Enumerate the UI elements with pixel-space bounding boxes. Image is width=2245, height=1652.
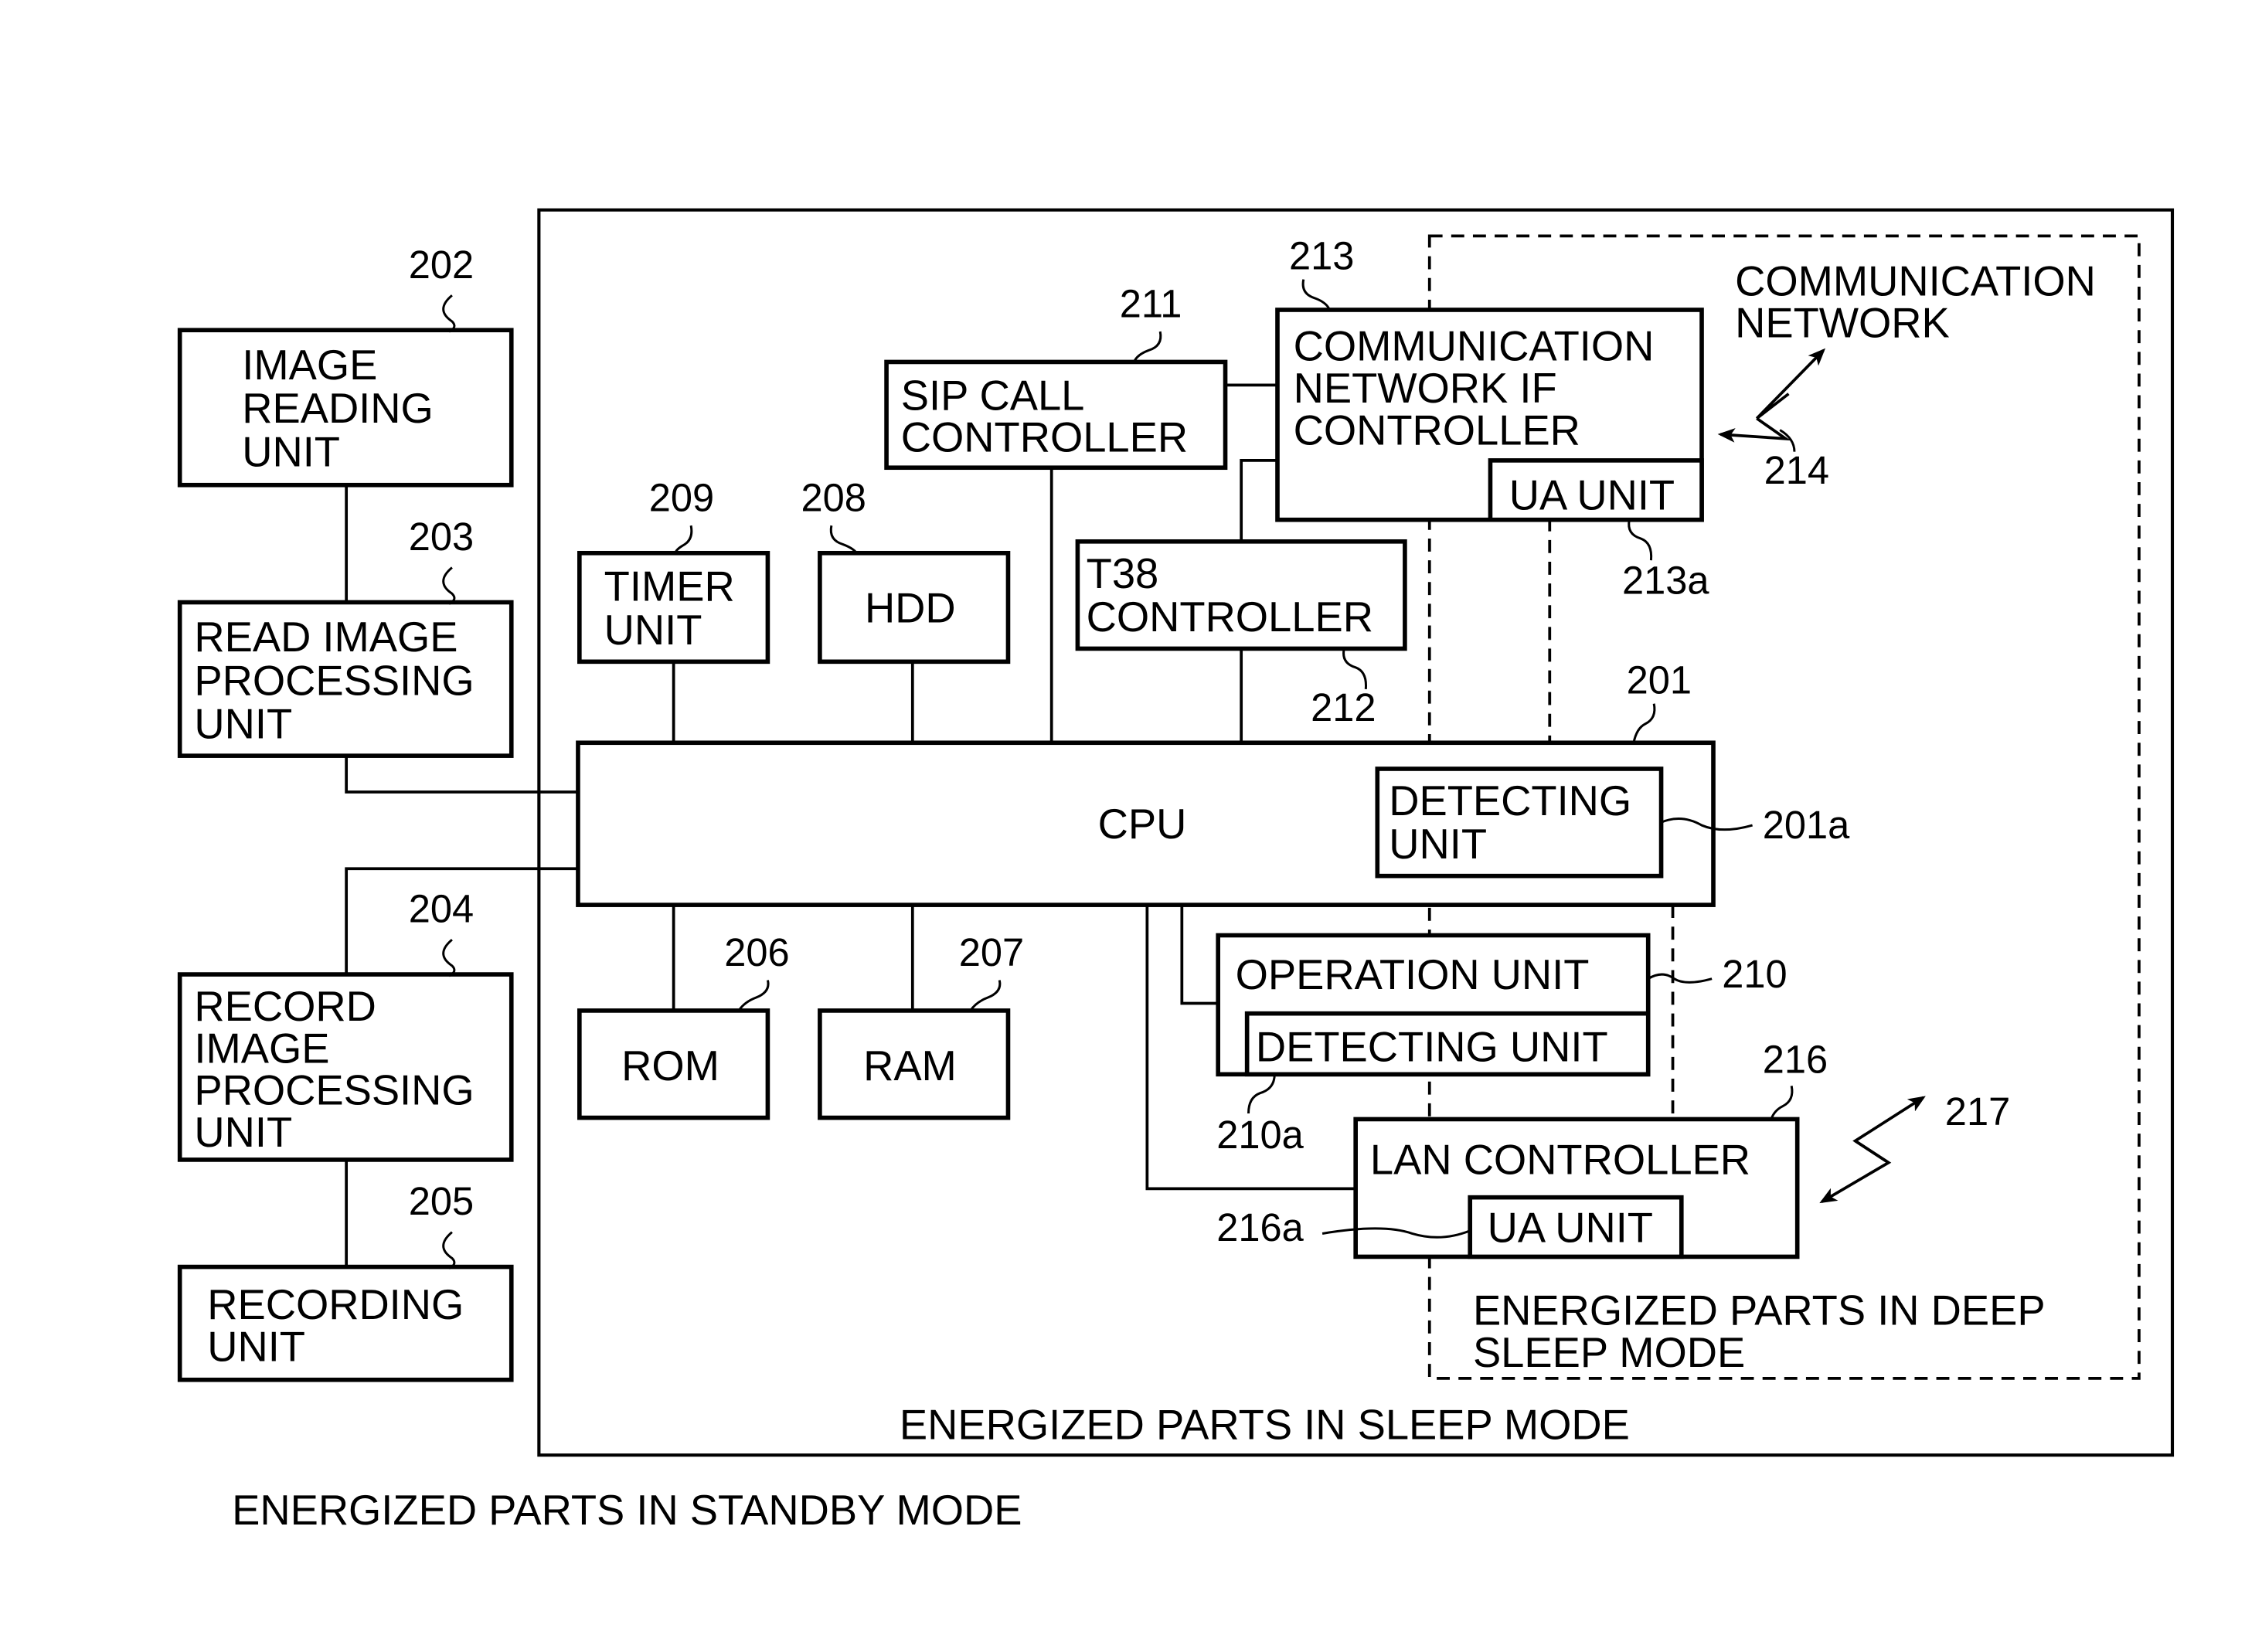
svg-text:UNIT: UNIT (242, 428, 340, 475)
ref-210: 210 (1722, 952, 1787, 996)
svg-text:UNIT: UNIT (604, 607, 702, 654)
svg-text:OPERATION UNIT: OPERATION UNIT (1236, 951, 1590, 998)
svg-text:UNIT: UNIT (194, 1109, 292, 1156)
svg-text:NETWORK: NETWORK (1735, 300, 1950, 347)
svg-text:UNIT: UNIT (194, 701, 292, 748)
ref-208: 208 (801, 475, 866, 519)
standby-mode-label: ENERGIZED PARTS IN STANDBY MODE (232, 1487, 1022, 1534)
rom: ROM 206 (577, 930, 790, 1120)
svg-text:TIMER: TIMER (604, 563, 735, 610)
svg-text:T38: T38 (1087, 550, 1159, 597)
ref-206: 206 (724, 930, 789, 974)
svg-text:PROCESSING: PROCESSING (194, 657, 474, 704)
timer-unit: TIMER UNIT 209 (577, 475, 770, 665)
svg-text:RECORDING: RECORDING (207, 1281, 464, 1328)
svg-text:DETECTING UNIT: DETECTING UNIT (1256, 1023, 1608, 1070)
lan-link: 217 (1819, 1089, 2010, 1204)
svg-text:UNIT: UNIT (207, 1323, 305, 1370)
ref-212: 212 (1311, 685, 1376, 729)
ref-216a: 216a (1216, 1205, 1304, 1249)
svg-text:READING: READING (242, 385, 434, 432)
svg-text:UNIT: UNIT (1389, 821, 1487, 868)
svg-text:NETWORK IF: NETWORK IF (1294, 365, 1557, 412)
ref-207: 207 (959, 930, 1024, 974)
image-reading-unit: IMAGE READING UNIT 202 (177, 243, 514, 488)
ref-201a: 201a (1763, 803, 1850, 847)
svg-text:DETECTING: DETECTING (1389, 777, 1631, 824)
svg-text:LAN CONTROLLER: LAN CONTROLLER (1370, 1137, 1750, 1184)
svg-text:CONTROLLER: CONTROLLER (901, 414, 1188, 461)
ref-217: 217 (1945, 1089, 2010, 1134)
svg-text:COMMUNICATION: COMMUNICATION (1294, 323, 1655, 370)
sip-call-controller: SIP CALL CONTROLLER 211 (884, 281, 1228, 471)
block-diagram: IMAGE READING UNIT 202 READ IMAGE PROCES… (177, 208, 2175, 1534)
ref-216: 216 (1763, 1037, 1828, 1081)
ref-203: 203 (409, 515, 474, 559)
sleep-mode-label: ENERGIZED PARTS IN SLEEP MODE (900, 1402, 1630, 1449)
svg-text:PROCESSING: PROCESSING (194, 1067, 474, 1114)
svg-text:SIP CALL: SIP CALL (901, 372, 1085, 419)
arrow-down-icon (1819, 1139, 1892, 1204)
ref-205: 205 (409, 1179, 474, 1223)
svg-text:CPU: CPU (1098, 801, 1187, 848)
svg-text:READ IMAGE: READ IMAGE (194, 614, 458, 661)
ref-204: 204 (409, 887, 474, 931)
svg-text:UA UNIT: UA UNIT (1488, 1205, 1653, 1252)
cpu: CPU 201 DETECTING UNIT 201a (576, 658, 1850, 907)
svg-text:UA UNIT: UA UNIT (1509, 472, 1675, 519)
communication-network-link: COMMUNICATION NETWORK 214 (1717, 257, 2096, 492)
deep-sleep-label-line1: ENERGIZED PARTS IN DEEP (1473, 1287, 2046, 1334)
svg-text:COMMUNICATION: COMMUNICATION (1735, 257, 2096, 304)
arrow-down-icon (1717, 416, 1791, 443)
hdd: HDD 208 (801, 475, 1011, 665)
ref-202: 202 (409, 243, 474, 287)
ref-210a: 210a (1216, 1113, 1304, 1157)
svg-text:IMAGE: IMAGE (242, 342, 377, 389)
ref-209: 209 (649, 475, 714, 519)
svg-text:CONTROLLER: CONTROLLER (1087, 593, 1373, 641)
svg-text:IMAGE: IMAGE (194, 1025, 329, 1072)
arrow-up-icon (1755, 348, 1826, 420)
ram: RAM 207 (818, 930, 1024, 1120)
svg-text:RECORD: RECORD (194, 983, 376, 1030)
deep-sleep-label-line2: SLEEP MODE (1473, 1329, 1745, 1376)
svg-text:CONTROLLER: CONTROLLER (1294, 406, 1580, 454)
svg-text:ROM: ROM (621, 1042, 719, 1089)
ref-213: 213 (1289, 234, 1354, 278)
svg-text:HDD: HDD (865, 585, 956, 632)
ref-201: 201 (1627, 658, 1692, 702)
ref-213a: 213a (1622, 558, 1709, 602)
ref-211: 211 (1120, 281, 1182, 325)
arrow-up-icon (1852, 1096, 1926, 1164)
ref-214: 214 (1764, 448, 1829, 492)
svg-text:RAM: RAM (863, 1042, 957, 1089)
